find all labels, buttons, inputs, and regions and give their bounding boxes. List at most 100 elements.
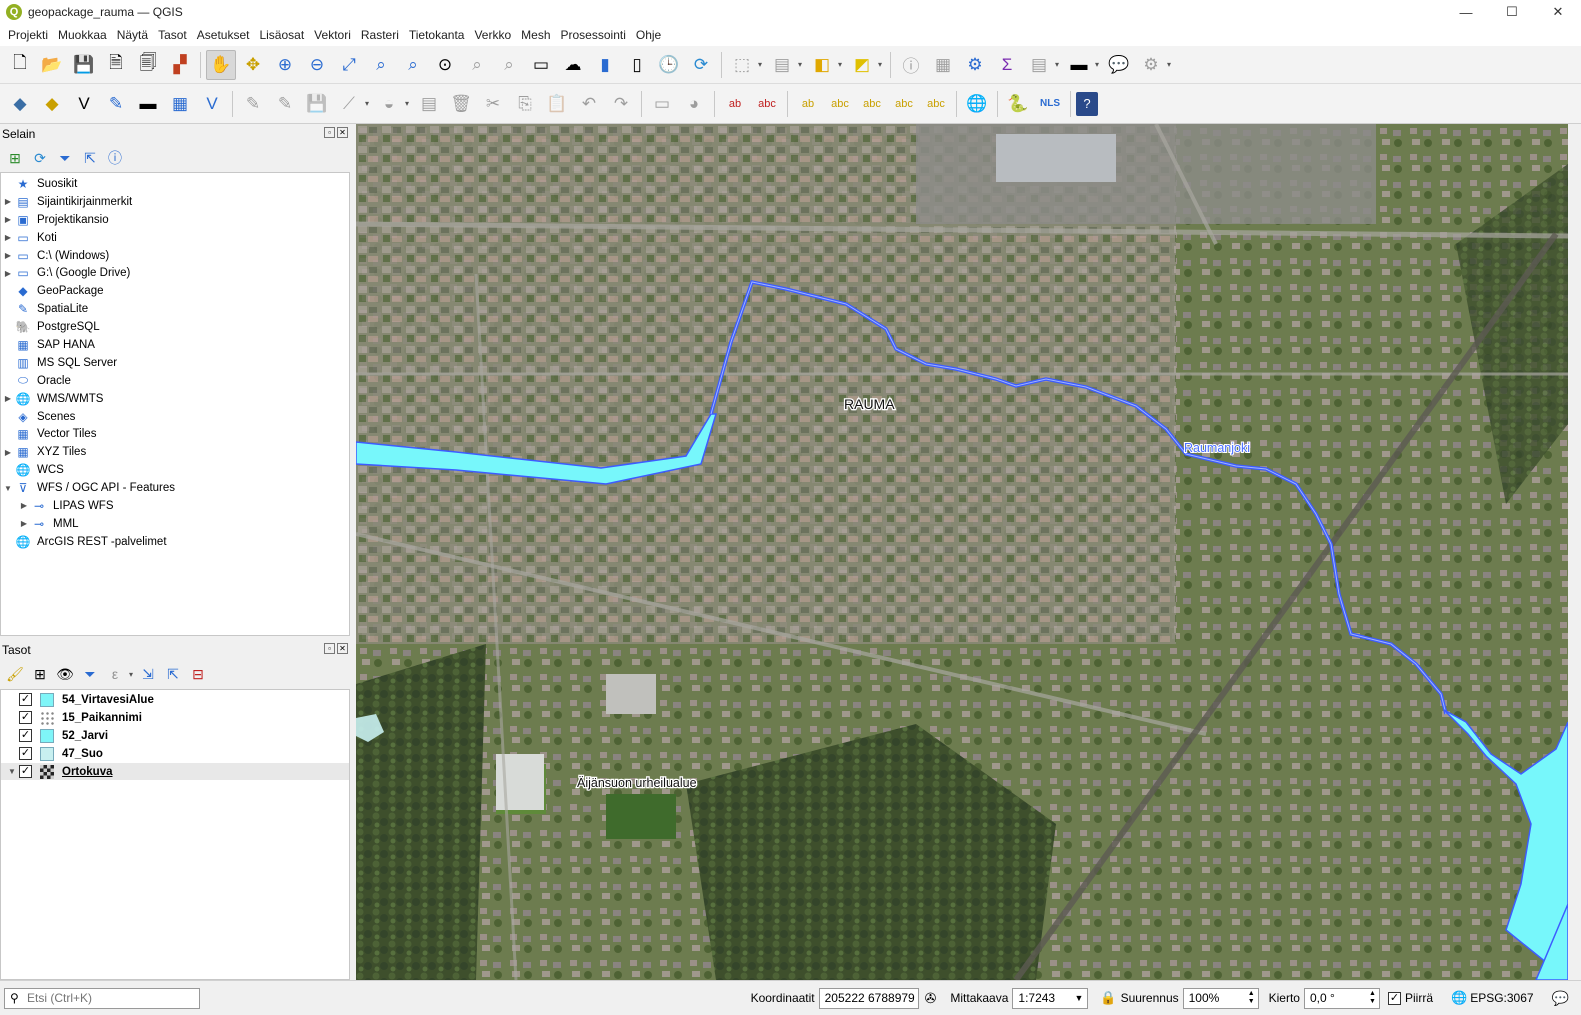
browser-item[interactable]: ◆ GeoPackage <box>1 282 349 300</box>
refresh-icon[interactable]: ⟳ <box>29 147 51 169</box>
layer-visibility-checkbox[interactable]: ✓ <box>19 729 32 743</box>
measure-icon[interactable]: ▬ <box>1064 50 1094 80</box>
crs-globe-icon[interactable]: 🌐 <box>1451 990 1467 1006</box>
zoom-next-icon[interactable]: ⌕ <box>494 50 524 80</box>
copy-features-icon[interactable]: ⎘ <box>510 89 540 119</box>
layer-item[interactable]: ✓ 47_Suo <box>1 745 349 763</box>
add-group-icon[interactable]: ⊞ <box>29 663 51 685</box>
data-source-manager-icon[interactable]: ◆ <box>5 89 35 119</box>
save-edits-icon[interactable]: 💾 <box>302 89 332 119</box>
map-tips-icon[interactable]: 💬 <box>1104 50 1134 80</box>
layer-diagram-icon[interactable]: abc <box>752 89 782 119</box>
spinner-icon[interactable]: ▲ ▼ <box>1369 990 1376 1006</box>
browser-item[interactable]: 🌐 WCS <box>1 461 349 479</box>
chevron-down-icon[interactable]: ▾ <box>798 60 806 69</box>
menu-projekti[interactable]: Projekti <box>3 28 53 42</box>
help-icon[interactable]: ? <box>1076 91 1098 116</box>
toggle-extents-icon[interactable]: ✇ <box>925 990 937 1007</box>
add-wms-icon[interactable]: V <box>197 89 227 119</box>
filter-legend-icon[interactable]: ⏷ <box>79 663 101 685</box>
collapse-all-icon[interactable]: ⇱ <box>79 147 101 169</box>
messages-icon[interactable]: 💬 <box>1552 990 1569 1007</box>
style-layer-icon[interactable]: 🖌 <box>4 663 26 685</box>
layer-visibility-checkbox[interactable]: ✓ <box>19 765 32 778</box>
minimize-button[interactable]: — <box>1443 0 1489 24</box>
add-virtual-layer-icon[interactable]: ▬ <box>133 89 163 119</box>
chevron-right-icon[interactable]: ▶ <box>1 269 15 278</box>
add-selected-layers-icon[interactable]: ⊞ <box>4 147 26 169</box>
chevron-right-icon[interactable]: ▶ <box>17 519 31 528</box>
new-map-view-icon[interactable]: ▭ <box>526 50 556 80</box>
chevron-right-icon[interactable]: ▶ <box>1 251 15 260</box>
identify-features-icon[interactable]: ⓘ <box>896 50 926 80</box>
paste-features-icon[interactable]: 📋 <box>542 89 572 119</box>
pin-labels-icon[interactable]: ab <box>793 89 823 119</box>
statistical-summary-icon[interactable]: Σ <box>992 50 1022 80</box>
toolbox-icon[interactable]: ⚙ <box>960 50 990 80</box>
zoom-to-layer-icon[interactable]: ⌕ <box>398 50 428 80</box>
menu-muokkaa[interactable]: Muokkaa <box>53 28 112 42</box>
chevron-right-icon[interactable]: ▶ <box>1 215 15 224</box>
chevron-right-icon[interactable]: ▶ <box>1 448 15 457</box>
map-svg[interactable]: RAUMA Raumanjoki Äijänsuon urheilualue <box>356 124 1568 980</box>
layer-visibility-checkbox[interactable]: ✓ <box>19 711 32 725</box>
locator-search-box[interactable]: ⚲ <box>4 987 200 1009</box>
new-bookmark-icon[interactable]: ▮ <box>590 50 620 80</box>
new-project-icon[interactable]: 🗋 <box>5 50 35 80</box>
chevron-down-icon[interactable]: ▾ <box>405 99 413 108</box>
digitize-icon[interactable]: ⟋ <box>334 89 364 119</box>
cut-features-icon[interactable]: ✂ <box>478 89 508 119</box>
map-canvas[interactable]: RAUMA Raumanjoki Äijänsuon urheilualue <box>356 124 1568 980</box>
refresh-icon[interactable]: ⟳ <box>686 50 716 80</box>
chevron-down-icon[interactable]: ▾ <box>1055 60 1063 69</box>
menu-rasteri[interactable]: Rasteri <box>356 28 404 42</box>
layer-visibility-checkbox[interactable]: ✓ <box>19 693 32 707</box>
modify-attributes-icon[interactable]: ▤ <box>414 89 444 119</box>
chevron-down-icon[interactable]: ▾ <box>838 60 846 69</box>
browser-item[interactable]: ▶ ▭ G:\ (Google Drive) <box>1 264 349 282</box>
layer-visibility-checkbox[interactable]: ✓ <box>19 747 32 761</box>
lock-icon[interactable]: 🔒 <box>1100 990 1116 1006</box>
browser-item[interactable]: 🐘 PostgreSQL <box>1 318 349 336</box>
current-edits-icon[interactable]: ✎ <box>238 89 268 119</box>
add-vector-layer-icon[interactable]: V <box>69 89 99 119</box>
layer-item[interactable]: ▼ ✓ Ortokuva <box>1 762 349 781</box>
filter-by-expression-icon[interactable]: ε <box>104 663 126 685</box>
show-bookmarks-icon[interactable]: ▯ <box>622 50 652 80</box>
filter-browser-icon[interactable]: ⏷ <box>54 147 76 169</box>
float-panel-icon[interactable]: ▫ <box>324 127 335 138</box>
open-project-icon[interactable]: 📂 <box>37 50 67 80</box>
layer-labeling-icon[interactable]: ab <box>720 89 750 119</box>
browser-item[interactable]: ▼ ⊽ WFS / OGC API - Features <box>1 479 349 497</box>
browser-item[interactable]: ▥ MS SQL Server <box>1 354 349 372</box>
actions-icon[interactable]: ⚙ <box>1136 50 1166 80</box>
coordinate-field[interactable]: 205222 6788979 <box>818 987 919 1009</box>
menu-prosessointi[interactable]: Prosessointi <box>556 28 631 42</box>
chevron-down-icon[interactable]: ▾ <box>1167 60 1175 69</box>
temporal-controller-icon[interactable]: 🕒 <box>654 50 684 80</box>
browser-item[interactable]: ◈ Scenes <box>1 408 349 426</box>
chevron-right-icon[interactable]: ▶ <box>1 197 15 206</box>
add-spatialite-icon[interactable]: ✎ <box>101 89 131 119</box>
redo-icon[interactable]: ↷ <box>606 89 636 119</box>
zoom-full-icon[interactable]: ⤢ <box>334 50 364 80</box>
layer-item[interactable]: ✓ 52_Jarvi <box>1 727 349 745</box>
select-by-value-icon[interactable]: ▤ <box>767 50 797 80</box>
chevron-down-icon[interactable]: ▼ <box>5 767 19 776</box>
zoom-to-selection-icon[interactable]: ⌕ <box>366 50 396 80</box>
toggle-editing-icon[interactable]: ✎ <box>270 89 300 119</box>
chevron-down-icon[interactable]: ▾ <box>878 60 886 69</box>
crs-button[interactable]: EPSG:3067 <box>1470 991 1533 1005</box>
add-shape-icon[interactable]: ◩ <box>847 50 877 80</box>
python-console-icon[interactable]: 🐍 <box>1003 89 1033 119</box>
menu-tietokanta[interactable]: Tietokanta <box>404 28 470 42</box>
new-geopackage-layer-icon[interactable]: ◆ <box>37 89 67 119</box>
browser-item[interactable]: ▦ SAP HANA <box>1 336 349 354</box>
chevron-down-icon[interactable]: ▾ <box>129 670 137 679</box>
chevron-down-icon[interactable]: ▼ <box>1 484 15 493</box>
chevron-down-icon[interactable]: ▾ <box>1095 60 1103 69</box>
float-panel-icon[interactable]: ▫ <box>324 643 335 654</box>
move-label-icon[interactable]: abc <box>857 89 887 119</box>
style-manager-icon[interactable]: ▞ <box>165 50 195 80</box>
pan-to-selection-icon[interactable]: ✥ <box>238 50 268 80</box>
